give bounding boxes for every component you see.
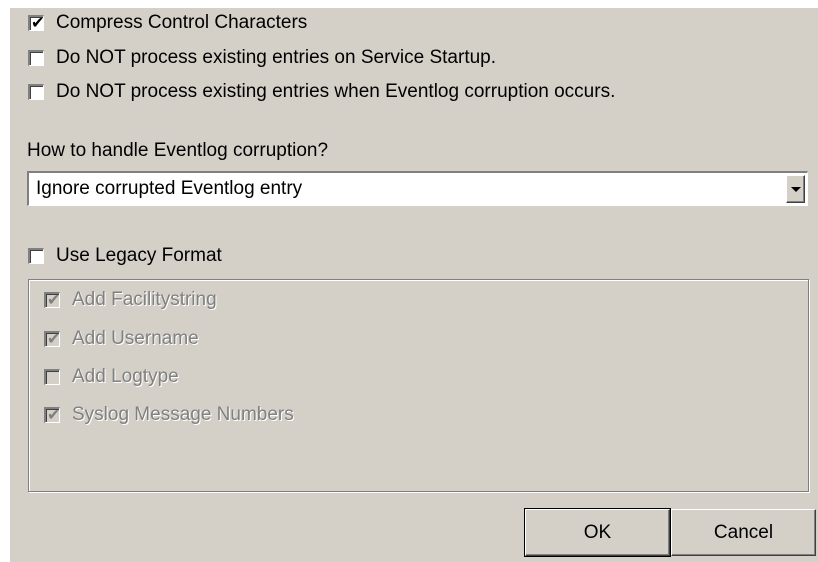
check-mark-icon: ✔: [31, 13, 45, 32]
cancel-button[interactable]: Cancel: [671, 509, 816, 556]
compress-checkbox[interactable]: ✔: [28, 13, 45, 32]
syslog-msgnumbers-option: ✔ Syslog Message Numbers: [44, 404, 294, 426]
add-facility-label: Add Facilitystring: [72, 289, 217, 310]
no-corruption-option[interactable]: ✔ Do NOT process existing entries when E…: [28, 81, 615, 103]
compress-control-characters-option[interactable]: ✔ Compress Control Characters: [28, 12, 307, 34]
dialog: ✔ Compress Control Characters ✔ Do NOT p…: [10, 8, 818, 562]
legacy-label: Use Legacy Format: [56, 245, 222, 266]
ok-button[interactable]: OK: [524, 508, 671, 557]
check-mark-icon: ✔: [47, 290, 61, 309]
corruption-select[interactable]: Ignore corrupted Eventlog entry: [27, 171, 808, 206]
no-corruption-checkbox[interactable]: ✔: [28, 84, 44, 100]
add-username-checkbox: ✔: [44, 329, 61, 348]
add-logtype-option: ✔ Add Logtype: [44, 366, 179, 388]
check-mark-icon: ✔: [47, 329, 61, 348]
add-username-label: Add Username: [72, 328, 199, 349]
add-logtype-label: Add Logtype: [72, 366, 179, 387]
compress-label: Compress Control Characters: [56, 12, 308, 33]
add-logtype-checkbox: ✔: [44, 369, 60, 385]
check-mark-icon: ✔: [47, 405, 61, 424]
chevron-down-icon: [790, 186, 801, 192]
add-facility-option: ✔ Add Facilitystring: [44, 289, 217, 311]
no-startup-checkbox[interactable]: ✔: [28, 50, 44, 66]
legacy-format-option[interactable]: ✔ Use Legacy Format: [28, 245, 222, 267]
no-startup-option[interactable]: ✔ Do NOT process existing entries on Ser…: [28, 47, 496, 69]
dropdown-button[interactable]: [786, 175, 805, 203]
corruption-label: How to handle Eventlog corruption?: [27, 140, 329, 161]
legacy-checkbox[interactable]: ✔: [28, 248, 44, 264]
no-corruption-label: Do NOT process existing entries when Eve…: [56, 81, 616, 102]
add-facility-checkbox: ✔: [44, 290, 61, 309]
syslog-msgnumbers-checkbox: ✔: [44, 405, 61, 424]
add-username-option: ✔ Add Username: [44, 328, 199, 350]
no-startup-label: Do NOT process existing entries on Servi…: [56, 47, 497, 68]
corruption-selected-value: Ignore corrupted Eventlog entry: [36, 178, 303, 199]
syslog-msgnumbers-label: Syslog Message Numbers: [72, 404, 294, 425]
corruption-heading: How to handle Eventlog corruption?: [27, 140, 328, 162]
